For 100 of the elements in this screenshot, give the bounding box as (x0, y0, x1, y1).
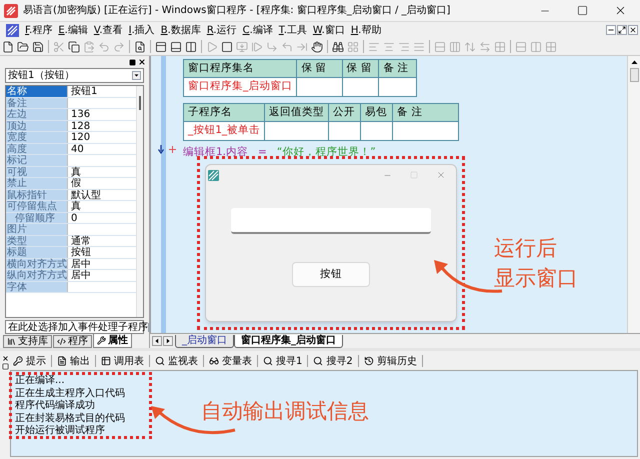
menu-item[interactable]: B.数据库 (158, 22, 204, 38)
property-row[interactable]: 标题 按钮 (6, 247, 136, 258)
property-row[interactable]: 宽度 120 (6, 132, 136, 144)
input-field[interactable] (231, 208, 431, 234)
menu-item[interactable]: H.帮助 (348, 22, 384, 38)
find-icon[interactable] (134, 40, 146, 52)
property-row[interactable]: 停留顺序 0 (6, 212, 136, 224)
app-logo-icon (6, 24, 19, 36)
layout-icon[interactable] (434, 40, 446, 52)
layout-icon[interactable] (464, 40, 476, 52)
output-tab[interactable]: 变量表 (206, 354, 255, 368)
close-icon[interactable] (138, 58, 146, 66)
scroll-right-icon[interactable] (163, 336, 173, 346)
dock-icon[interactable] (129, 58, 136, 66)
document-tab[interactable]: _启动窗口 (175, 335, 234, 348)
property-row[interactable]: 顶边 128 (6, 120, 136, 132)
undo-icon[interactable] (98, 40, 110, 52)
restore-icon[interactable] (617, 25, 627, 35)
output-tab[interactable]: 输出 (54, 354, 93, 368)
property-row[interactable]: 备注 (6, 98, 136, 109)
panel-tab[interactable]: 程序 (53, 335, 92, 348)
click-button[interactable]: 按钮 (292, 262, 370, 287)
minimize-icon[interactable] (606, 25, 616, 35)
property-row[interactable]: 鼠标指针 默认型 (6, 190, 136, 201)
dock-icon[interactable] (2, 363, 8, 370)
menu-item[interactable]: C.编译 (240, 22, 276, 38)
property-row[interactable]: 类型 通常 (6, 236, 136, 247)
property-value: 真 (70, 166, 81, 177)
panel-icon[interactable] (155, 40, 167, 52)
panel-icon[interactable] (170, 40, 182, 52)
scroll-thumb[interactable] (630, 68, 638, 82)
binoculars-icon[interactable] (332, 40, 344, 52)
output-tab[interactable]: 调用表 (98, 354, 147, 368)
layout-icon[interactable] (479, 40, 491, 52)
menu-item[interactable]: R.运行 (204, 22, 240, 38)
property-name: 标题 (6, 247, 68, 258)
property-row[interactable]: 图片 (6, 224, 136, 236)
table-cell: 窗口程序集_启动窗口 (184, 78, 297, 96)
menu-item[interactable]: I.插入 (126, 22, 158, 38)
property-row[interactable]: 标记 (6, 155, 136, 166)
property-row[interactable]: 名称 按钮1 (6, 86, 136, 98)
save-icon[interactable] (32, 40, 44, 52)
menu-item[interactable]: W.窗口 (310, 22, 348, 38)
property-row[interactable]: 可视 真 (6, 166, 136, 178)
menu-item[interactable]: E.编辑 (55, 22, 91, 38)
property-row[interactable]: 纵向对齐方式 居中 (6, 270, 136, 282)
close-icon[interactable] (614, 4, 627, 17)
layout-icon[interactable] (494, 40, 506, 52)
scroll-left-icon[interactable] (152, 336, 162, 346)
close-icon[interactable] (2, 355, 8, 362)
copy-icon[interactable] (68, 40, 80, 52)
redo-icon[interactable] (113, 40, 125, 52)
output-tab[interactable]: 监视表 (152, 354, 201, 368)
align-icon[interactable] (398, 40, 410, 52)
step-icon[interactable] (266, 40, 278, 52)
panel-tab[interactable]: 支持库 (3, 335, 52, 348)
scrollbar[interactable] (627, 56, 640, 333)
property-row[interactable]: 禁止 假 (6, 178, 136, 190)
open-folder-icon[interactable] (17, 40, 29, 52)
size-icon[interactable] (545, 40, 557, 52)
output-tab[interactable]: 提示 (10, 354, 49, 368)
menu-item[interactable]: F.程序 (22, 22, 56, 38)
menu-item[interactable]: T.工具 (276, 22, 310, 38)
size-icon[interactable] (530, 40, 542, 52)
new-file-icon[interactable] (2, 40, 14, 52)
property-value: 0 (70, 212, 78, 223)
menu-item[interactable]: V.查看 (90, 22, 126, 38)
property-row[interactable]: 高度 40 (6, 144, 136, 155)
property-value: 按钮 (70, 247, 91, 258)
property-name: 顶边 (6, 120, 68, 131)
property-name: 标记 (6, 155, 68, 166)
property-value: 真 (70, 201, 81, 212)
table-cell: _按钮1_被单击 (184, 122, 265, 140)
maximize-icon[interactable] (577, 5, 588, 16)
output-tab[interactable]: 剪辑历史 (360, 354, 420, 368)
scrollbar[interactable] (136, 86, 143, 317)
property-row[interactable]: 字体 (6, 282, 136, 293)
layout-icon[interactable] (449, 40, 461, 52)
plus-icon (169, 146, 176, 153)
align-icon[interactable] (383, 40, 395, 52)
align-icon[interactable] (368, 40, 380, 52)
property-value: 120 (70, 132, 90, 142)
object-dropdown[interactable]: 按钮1（按钮） (5, 68, 144, 83)
stop-icon[interactable] (221, 40, 233, 52)
dropdown-arrow-icon[interactable] (132, 71, 141, 80)
size-icon[interactable] (515, 40, 527, 52)
output-tab[interactable]: 搜寻1 (260, 354, 306, 368)
panel-icon[interactable] (185, 40, 197, 52)
hand-icon[interactable] (311, 40, 323, 52)
window-title: 易语言(加密狗版) [正在运行] - Windows窗口程序 - [程序集: 窗口程序集_启动窗口 / _启动窗口] (23, 4, 450, 18)
panel-tab[interactable]: 属性 (93, 334, 132, 348)
document-tab[interactable]: 窗口程序集_启动窗口 (234, 335, 343, 348)
property-row[interactable]: 左边 136 (6, 109, 136, 120)
close-icon[interactable] (628, 25, 638, 35)
align-icon[interactable] (413, 40, 425, 52)
output-tab[interactable]: 搜寻2 (310, 354, 356, 368)
step-icon[interactable] (281, 40, 293, 52)
scroll-up-icon[interactable] (630, 58, 638, 67)
property-row[interactable]: 可停留焦点 真 (6, 201, 136, 212)
step-icon[interactable] (251, 40, 263, 52)
